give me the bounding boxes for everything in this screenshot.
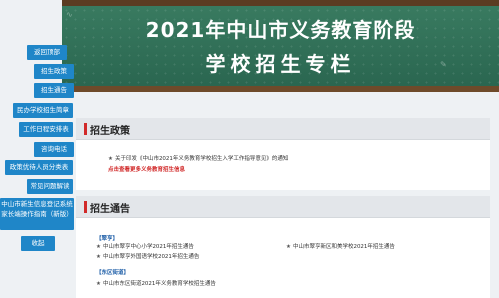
sidebar-item-preferential[interactable]: 政策优待人员分类表 xyxy=(5,160,73,175)
policy-header: 招生政策 xyxy=(76,118,490,140)
notice-panel: 招生通告 【翠亨】 ★ 中山市翠亨中心小学2021年招生通告 ★ 中山市翠亨新区和美… xyxy=(76,196,490,298)
notice-item-text: 中山市东区街道2021年义务教育学校招生通告 xyxy=(102,281,216,287)
policy-more-link[interactable]: 点击查看更多义务教育招生信息 xyxy=(108,165,185,173)
policy-panel: 招生政策 ★ 关于印发《中山市2021年义务教育学校招生入学工作指导意见》的通知 … xyxy=(76,118,490,190)
page: { "banner":{"line1":"2021年中山市义务教育阶段","li… xyxy=(0,0,499,298)
bullet-icon: ★ xyxy=(96,254,101,260)
notice-item-text: 中山市翠亨新区和美学校2021年招生通告 xyxy=(292,244,395,250)
section-marker xyxy=(84,123,87,135)
sidebar-item-collapse[interactable]: 收起 xyxy=(21,236,55,251)
notice-group-label: 【翠亨】 xyxy=(96,236,119,242)
banner-title: 2021年中山市义务教育阶段 xyxy=(145,18,416,42)
notice-item-link[interactable]: ★ 中山市东区街道2021年义务教育学校招生通告 xyxy=(96,279,216,287)
banner-subtitle: 学校招生专栏 xyxy=(205,52,356,76)
sidebar-item-notice[interactable]: 招生通告 xyxy=(34,83,74,98)
policy-title: 招生政策 xyxy=(90,126,130,137)
notice-item-link[interactable]: ★ 中山市翠亨新区和美学校2021年招生通告 xyxy=(286,242,395,250)
sidebar-item-policy[interactable]: 招生政策 xyxy=(34,64,74,79)
sidebar-item-back-to-top[interactable]: 返回顶部 xyxy=(27,45,67,60)
bullet-icon: ★ xyxy=(96,244,101,250)
bullet-icon: ★ xyxy=(286,244,291,250)
sidebar-item-system-guide[interactable]: 中山市新生信息登记系统家长端操作指南（新版） xyxy=(0,198,74,230)
notice-item-text: 中山市翠亨外国语学校2021年招生通告 xyxy=(102,254,200,260)
notice-title: 招生通告 xyxy=(90,204,130,215)
notice-group-label: 【东区街道】 xyxy=(96,270,130,276)
notice-item-text: 中山市翠亨中心小学2021年招生通告 xyxy=(102,244,194,250)
notice-item-link[interactable]: ★ 中山市翠亨外国语学校2021年招生通告 xyxy=(96,252,199,260)
notice-item-link[interactable]: ★ 中山市翠亨中心小学2021年招生通告 xyxy=(96,242,194,250)
notice-header: 招生通告 xyxy=(76,196,490,218)
section-marker xyxy=(84,201,87,213)
bullet-icon: ★ xyxy=(96,281,101,287)
sidebar-item-private-schools[interactable]: 民办学校招生简章 xyxy=(13,103,73,118)
sidebar-item-schedule[interactable]: 工作日程安排表 xyxy=(19,122,73,137)
sidebar-item-phone[interactable]: 咨询电话 xyxy=(34,142,74,157)
policy-item-text: 关于印发《中山市2021年义务教育学校招生入学工作指导意见》的通知 xyxy=(114,156,289,162)
bullet-icon: ★ xyxy=(108,156,113,162)
policy-item-link[interactable]: ★ 关于印发《中山市2021年义务教育学校招生入学工作指导意见》的通知 xyxy=(108,154,288,162)
sidebar-item-faq[interactable]: 常见问题解读 xyxy=(27,179,73,194)
